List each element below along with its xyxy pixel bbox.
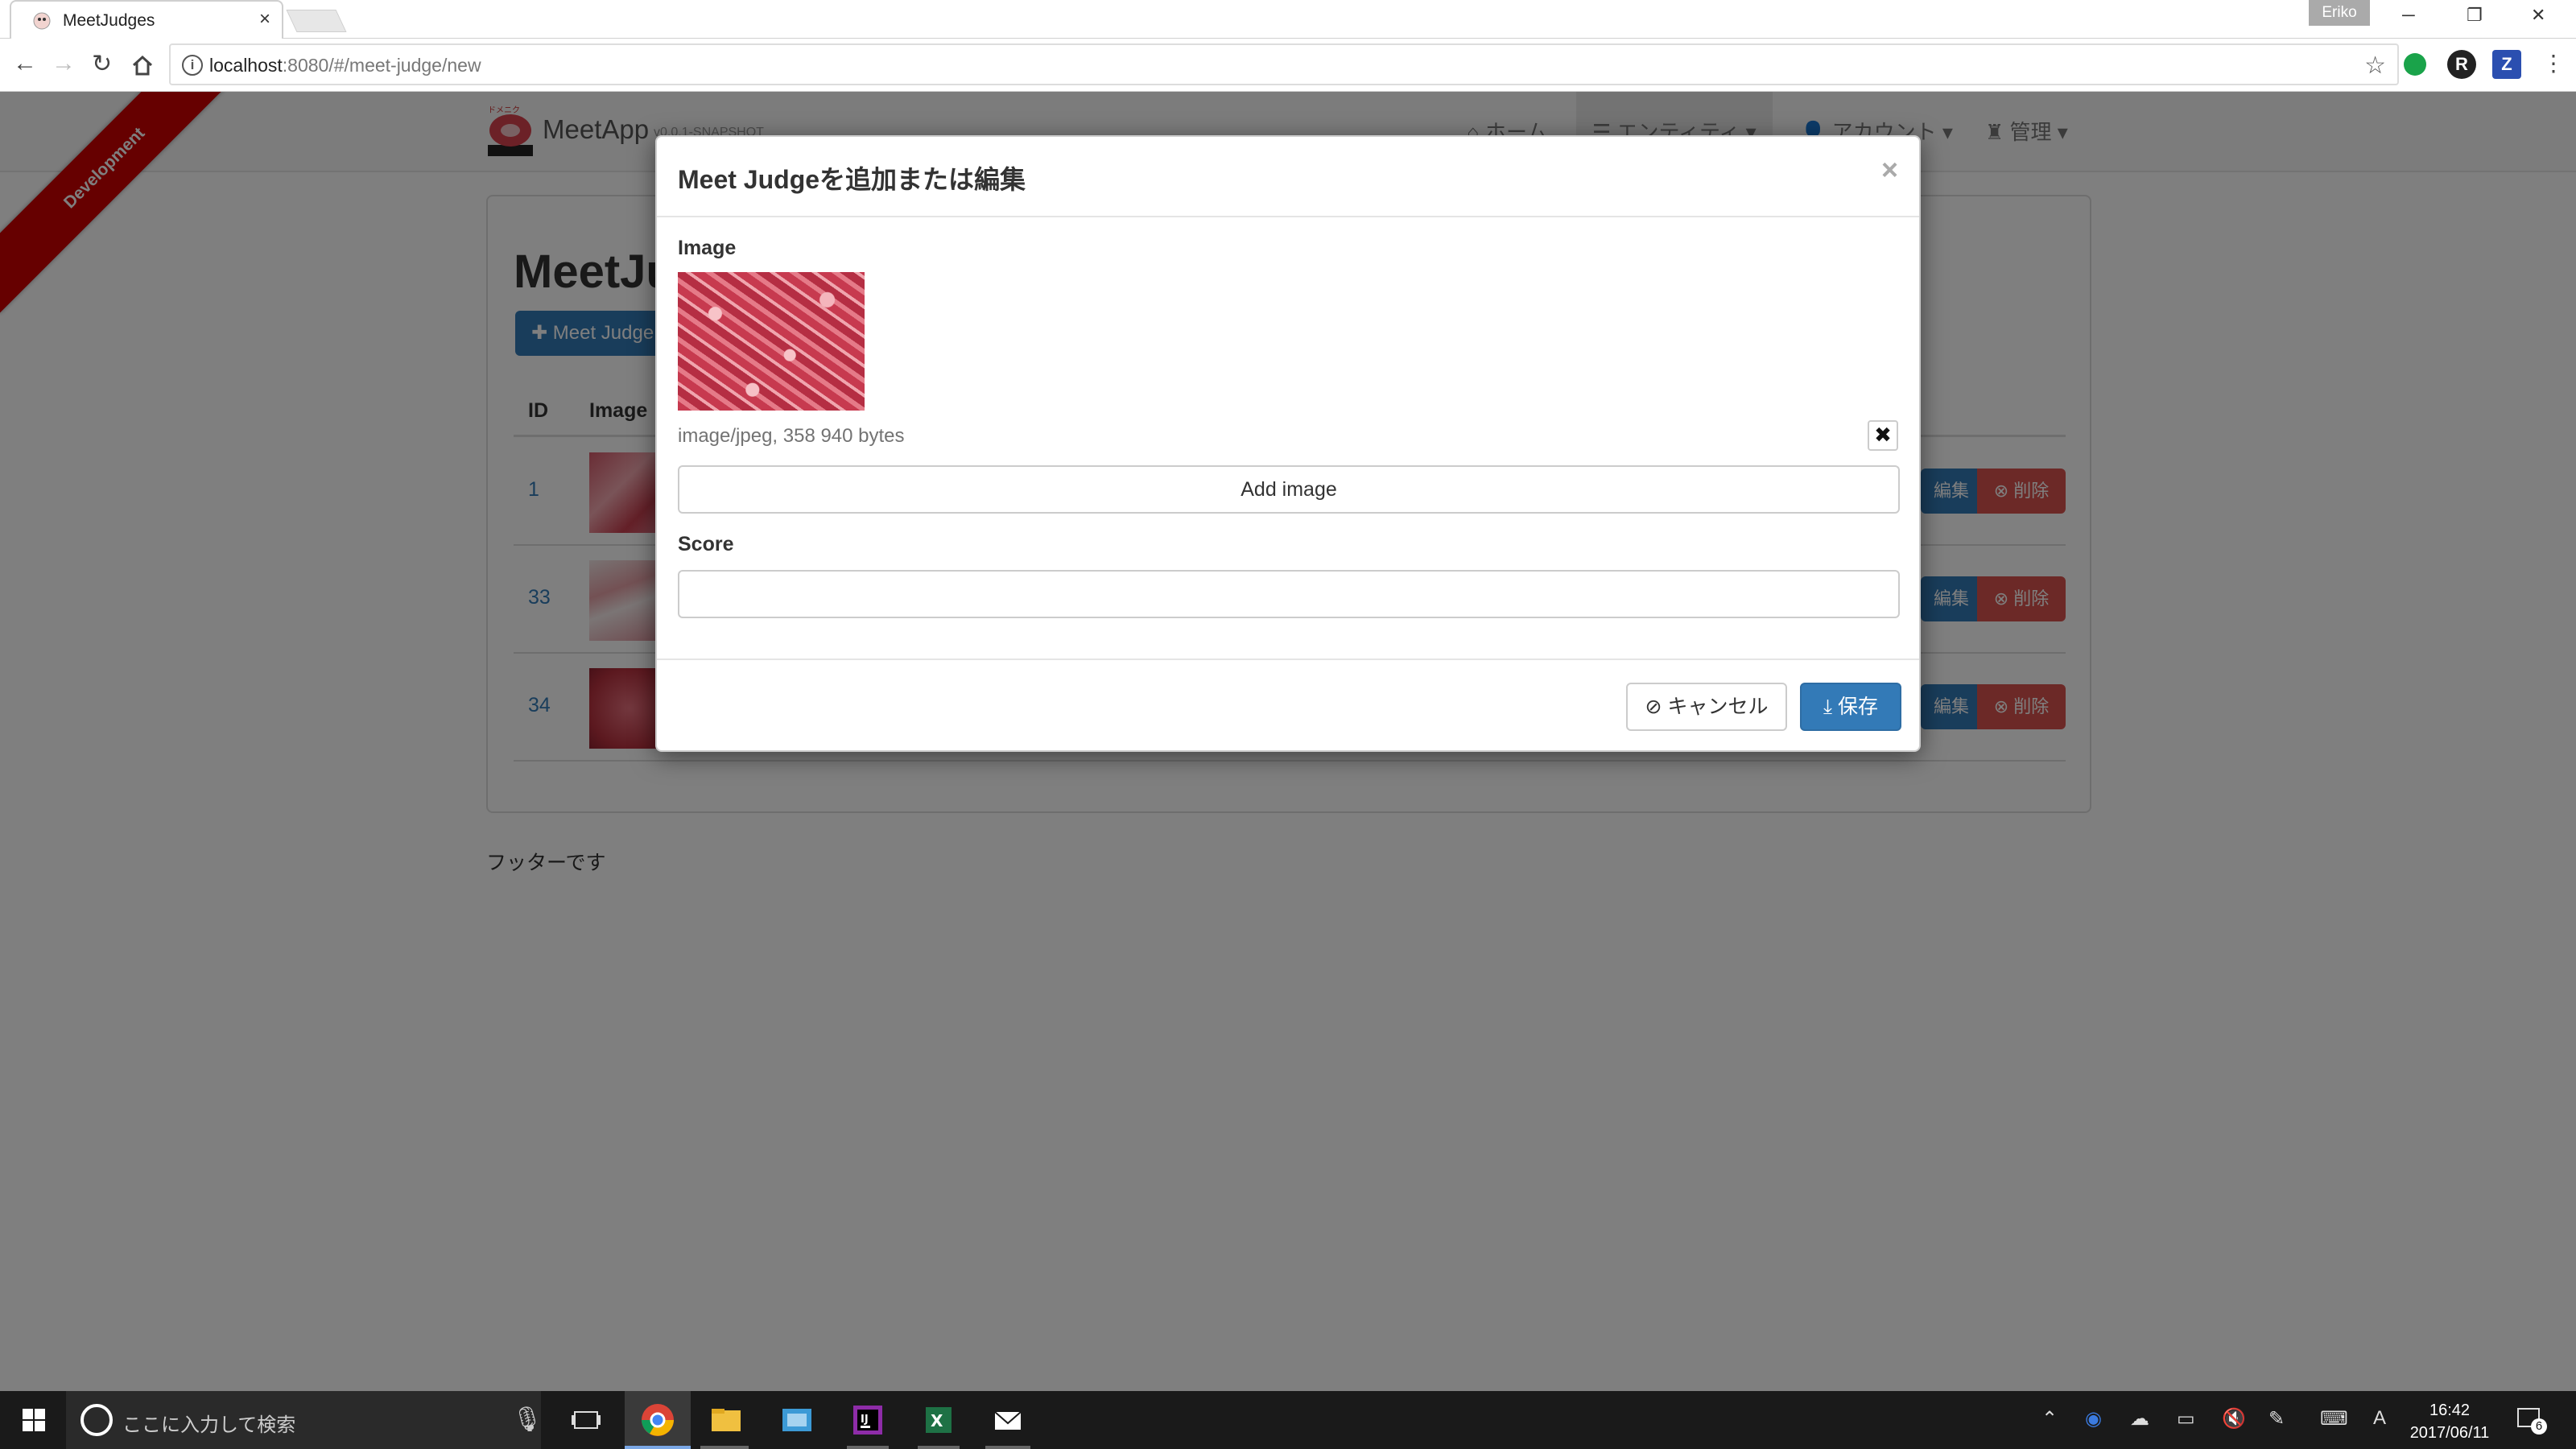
score-field-label: Score: [678, 533, 734, 555]
tray-app-icon[interactable]: ◉: [2085, 1407, 2102, 1430]
bookmark-star-icon[interactable]: ☆: [2364, 52, 2386, 80]
running-indicator: [847, 1446, 889, 1449]
save-button[interactable]: ⤓ 保存: [1800, 683, 1901, 731]
show-hidden-icons-icon[interactable]: ⌃: [2041, 1407, 2058, 1430]
app-favicon-icon: [33, 12, 51, 30]
taskbar-search-box[interactable]: ここに入力して検索 🎙: [66, 1391, 543, 1449]
excel-icon[interactable]: X: [919, 1401, 958, 1439]
windows-taskbar: ここに入力して検索 🎙 IJ X ⌃ ◉ ☁ ▭ 🔇 ✎ ⌨ A 16:42 2…: [0, 1391, 2576, 1449]
image-preview[interactable]: [678, 272, 865, 411]
task-view-icon[interactable]: [567, 1401, 605, 1439]
extension-z-icon[interactable]: Z: [2492, 50, 2521, 79]
profile-user-button[interactable]: Eriko: [2309, 0, 2370, 26]
extension-r-icon[interactable]: R: [2447, 50, 2476, 79]
edit-dialog: Meet Judgeを追加または編集 × Image image/jpeg, 3…: [655, 135, 1921, 752]
mail-icon[interactable]: [989, 1401, 1027, 1439]
intellij-idea-icon[interactable]: IJ: [848, 1401, 887, 1439]
cancel-button[interactable]: ⊘ キャンセル: [1626, 683, 1787, 731]
web-page: ドメニク MeetApp v0.0.1-SNAPSHOT ⌂ ホーム ☰ エンテ…: [0, 92, 2576, 1391]
file-explorer-icon[interactable]: [707, 1401, 745, 1439]
ime-indicator[interactable]: A: [2373, 1407, 2386, 1430]
browser-tab-bar: MeetJudges × Eriko ─ ❐ ✕: [0, 0, 2576, 39]
clock-time: 16:42: [2429, 1402, 2471, 1419]
svg-text:X: X: [931, 1411, 943, 1430]
chrome-icon: [642, 1404, 674, 1436]
notification-badge: 6: [2531, 1418, 2547, 1435]
dialog-title: Meet Judgeを追加または編集: [678, 165, 1026, 194]
reload-icon[interactable]: ↻: [92, 50, 112, 78]
touch-keyboard-icon[interactable]: ⌨: [2320, 1407, 2348, 1430]
chrome-taskbar-app[interactable]: [625, 1391, 691, 1449]
window-close-icon[interactable]: ✕: [2531, 5, 2545, 26]
search-placeholder: ここに入力して検索: [122, 1414, 296, 1436]
score-input[interactable]: [678, 570, 1900, 618]
restore-icon[interactable]: ❐: [2467, 5, 2483, 26]
remove-image-button[interactable]: ✖: [1868, 420, 1898, 451]
battery-icon[interactable]: ▭: [2177, 1407, 2195, 1430]
back-icon[interactable]: ←: [13, 50, 37, 77]
dialog-header: Meet Judgeを追加または編集 ×: [657, 137, 1919, 217]
site-info-icon[interactable]: i: [182, 55, 203, 76]
action-center-icon[interactable]: 6: [2515, 1406, 2547, 1435]
add-image-button[interactable]: Add image: [678, 465, 1900, 514]
browser-menu-icon[interactable]: ⋮: [2542, 50, 2565, 76]
running-indicator: [700, 1446, 749, 1449]
new-tab-button[interactable]: [286, 10, 347, 32]
system-clock[interactable]: 16:42 2017/06/11: [2405, 1399, 2494, 1444]
address-toolbar: ← → ↻ i localhost:8080/#/meet-judge/new …: [0, 39, 2576, 92]
forward-icon[interactable]: →: [52, 50, 76, 77]
home-icon[interactable]: [130, 53, 155, 77]
dialog-footer: ⊘ キャンセル ⤓ 保存: [657, 658, 1919, 752]
browser-tab[interactable]: MeetJudges ×: [10, 0, 283, 39]
microphone-icon[interactable]: 🎙: [512, 1406, 543, 1434]
image-field-label: Image: [678, 237, 737, 259]
minimize-icon[interactable]: ─: [2402, 5, 2415, 26]
dialog-close-icon[interactable]: ×: [1881, 153, 1898, 187]
url-text: localhost:8080/#/meet-judge/new: [209, 55, 481, 76]
photos-app-icon[interactable]: [778, 1401, 816, 1439]
running-indicator: [985, 1446, 1030, 1449]
windows-start-icon[interactable]: [21, 1407, 47, 1433]
clock-date: 2017/06/11: [2409, 1424, 2490, 1442]
svg-text:IJ: IJ: [861, 1414, 869, 1426]
active-indicator: [625, 1446, 691, 1449]
image-metadata: image/jpeg, 358 940 bytes: [678, 425, 905, 447]
cortana-icon[interactable]: [80, 1404, 113, 1436]
tab-close-icon[interactable]: ×: [259, 8, 270, 31]
pen-workspace-icon[interactable]: ✎: [2268, 1407, 2285, 1430]
volume-muted-icon[interactable]: 🔇: [2222, 1407, 2246, 1430]
tab-title: MeetJudges: [63, 11, 155, 30]
running-indicator: [918, 1446, 960, 1449]
extension-green-icon[interactable]: [2404, 53, 2426, 76]
url-bar[interactable]: i localhost:8080/#/meet-judge/new ☆: [169, 43, 2399, 85]
onedrive-icon[interactable]: ☁: [2130, 1407, 2149, 1430]
